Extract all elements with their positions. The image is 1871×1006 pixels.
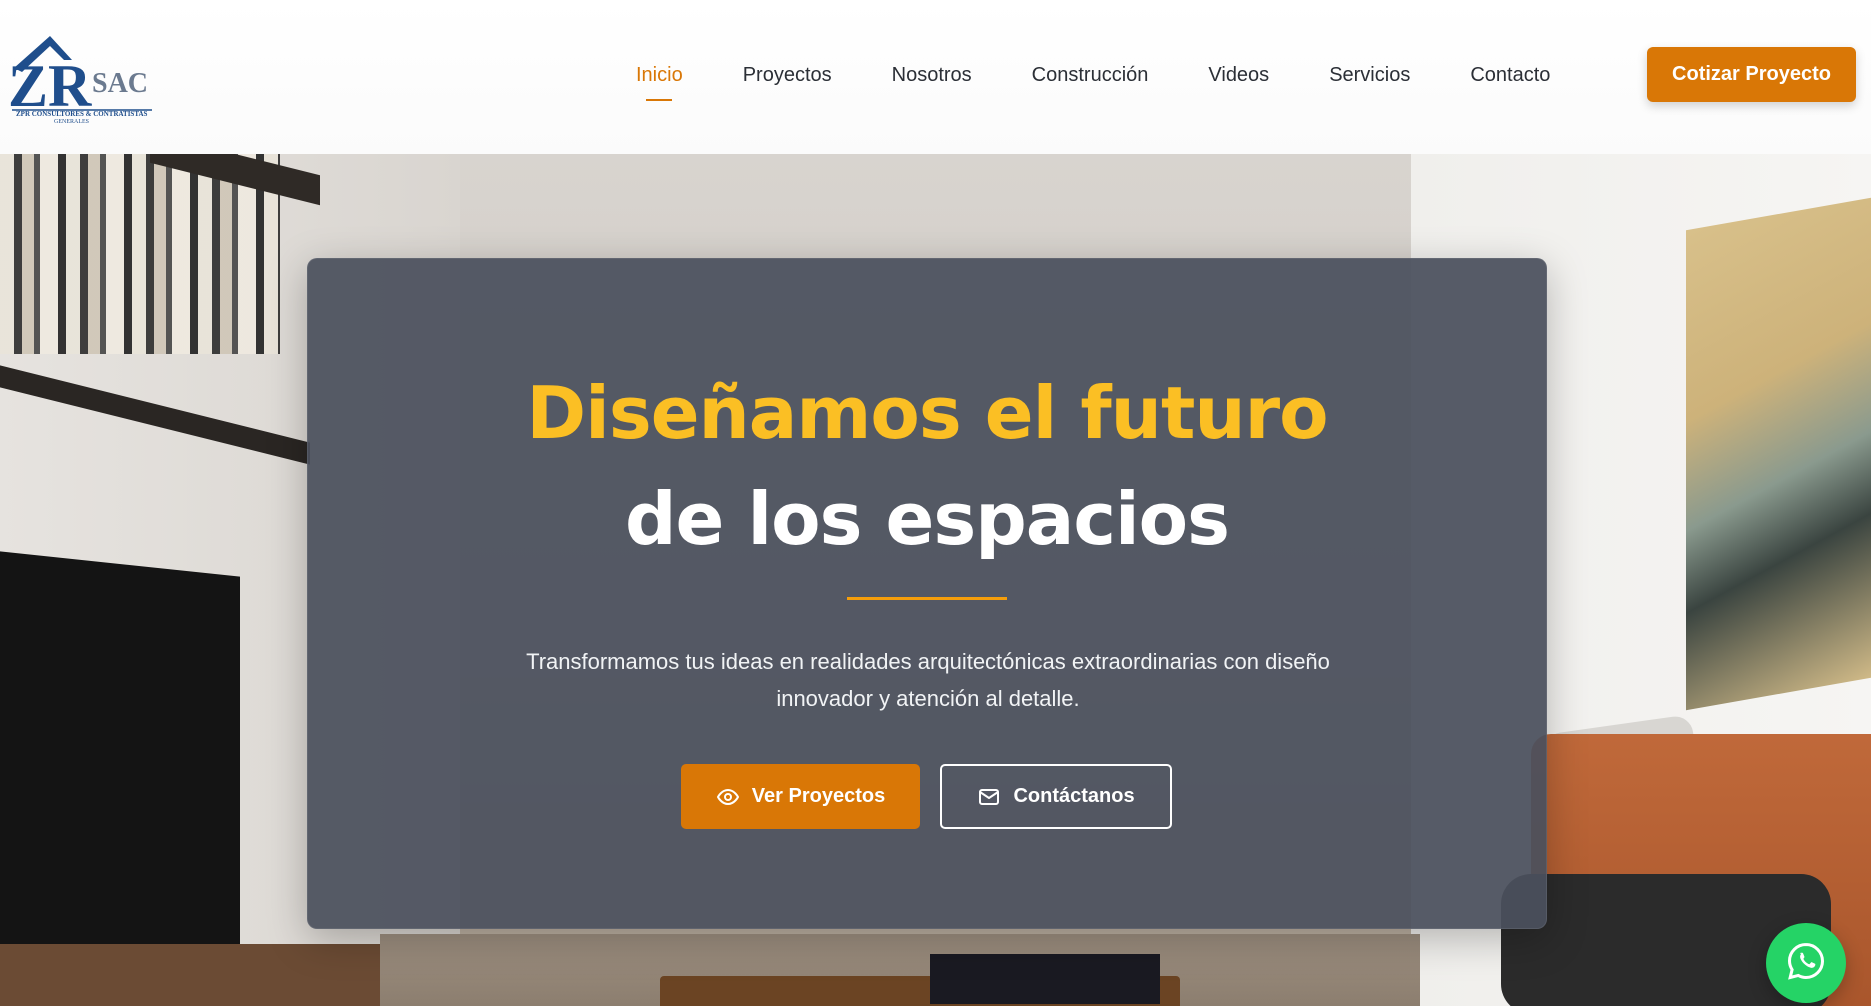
view-projects-button[interactable]: Ver Proyectos — [681, 764, 920, 829]
whatsapp-chat-button[interactable] — [1766, 923, 1846, 1003]
svg-text:GENERALES: GENERALES — [54, 119, 89, 125]
nav-item-videos[interactable]: Videos — [1208, 64, 1269, 87]
eye-icon — [716, 785, 740, 809]
nav-item-nosotros[interactable]: Nosotros — [892, 64, 972, 87]
hero-card: Diseñamos el futuro de los espacios Tran… — [307, 258, 1547, 929]
hero-title-line-2: de los espacios — [625, 477, 1230, 561]
whatsapp-icon — [1784, 939, 1828, 988]
hero-subtitle: Transformamos tus ideas en realidades ar… — [526, 649, 1330, 711]
hero-divider — [847, 597, 1007, 600]
mail-icon — [977, 785, 1001, 809]
quote-project-button[interactable]: Cotizar Proyecto — [1647, 47, 1856, 102]
hero-title-line-1: Diseñamos el futuro — [526, 371, 1328, 455]
svg-text:SAC: SAC — [92, 68, 148, 99]
contact-us-label: Contáctanos — [1013, 785, 1135, 807]
main-nav: Inicio Proyectos Nosotros Construcción V… — [636, 50, 1610, 100]
nav-item-construccion[interactable]: Construcción — [1032, 64, 1149, 87]
nav-item-proyectos[interactable]: Proyectos — [743, 64, 832, 87]
company-logo[interactable]: ZR SAC ZPR CONSULTORES & CONTRATISTAS GE… — [6, 30, 156, 126]
logo-mark: ZR SAC ZPR CONSULTORES & CONTRATISTAS GE… — [8, 36, 152, 125]
contact-us-button[interactable]: Contáctanos — [940, 764, 1172, 829]
television — [0, 551, 240, 977]
nav-item-inicio[interactable]: Inicio — [636, 64, 683, 87]
svg-text:ZPR CONSULTORES & CONTRATISTAS: ZPR CONSULTORES & CONTRATISTAS — [16, 110, 148, 118]
wall-painting — [1686, 197, 1871, 711]
nav-item-servicios[interactable]: Servicios — [1329, 64, 1410, 87]
tv-console — [0, 944, 380, 1006]
nav-item-contacto[interactable]: Contacto — [1470, 64, 1550, 87]
view-projects-label: Ver Proyectos — [751, 785, 886, 807]
site-header: ZR SAC ZPR CONSULTORES & CONTRATISTAS GE… — [0, 0, 1871, 154]
